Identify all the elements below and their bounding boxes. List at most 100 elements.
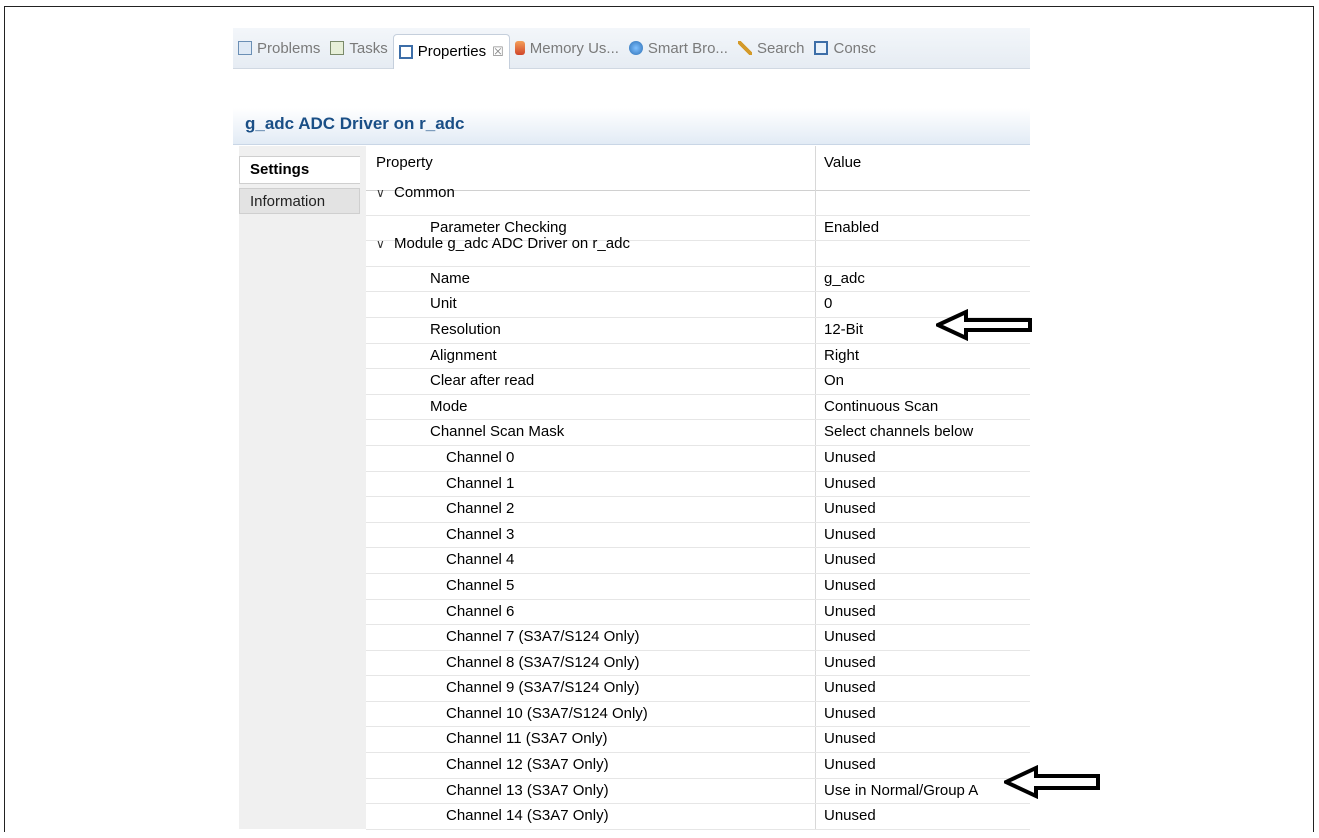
table-row[interactable]: Alignment Right bbox=[366, 344, 1030, 370]
property-cell: Channel 5 bbox=[446, 577, 514, 594]
table-row[interactable]: Unit 0 bbox=[366, 292, 1030, 318]
table-row[interactable]: Channel 4 Unused bbox=[366, 548, 1030, 574]
tab-label: Problems bbox=[257, 39, 321, 57]
property-cell: Channel 8 (S3A7/S124 Only) bbox=[446, 654, 639, 671]
table-row[interactable]: Channel 1 Unused bbox=[366, 472, 1030, 498]
tab-problems[interactable]: Problems bbox=[233, 33, 325, 63]
page-title: g_adc ADC Driver on r_adc bbox=[245, 114, 465, 133]
tab-tasks[interactable]: Tasks bbox=[325, 33, 392, 63]
tab-label: Consc bbox=[833, 39, 877, 57]
properties-icon bbox=[398, 44, 413, 59]
value-cell[interactable]: Select channels below bbox=[824, 423, 973, 440]
table-row[interactable]: Resolution 12-Bit bbox=[366, 318, 1030, 344]
value-cell[interactable]: 0 bbox=[824, 295, 832, 312]
tab-label: Memory Us... bbox=[529, 39, 619, 57]
tab-search[interactable]: Search bbox=[733, 33, 810, 63]
property-label: Channel 13 (S3A7 Only) bbox=[446, 781, 609, 799]
tab-memory-us[interactable]: Memory Us... bbox=[510, 33, 624, 63]
view-tab-bar: Problems Tasks Properties ☒ Memory Us... Smar… bbox=[233, 28, 1030, 69]
value-cell[interactable]: Unused bbox=[824, 449, 876, 466]
property-cell: Channel 14 (S3A7 Only) bbox=[446, 807, 609, 824]
value-cell[interactable]: Enabled bbox=[824, 219, 879, 236]
value-cell[interactable]: Right bbox=[824, 347, 859, 364]
property-cell: Name bbox=[430, 270, 470, 287]
property-cell: Clear after read bbox=[430, 372, 534, 389]
table-row[interactable]: Channel 14 (S3A7 Only) Unused bbox=[366, 804, 1030, 830]
tab-settings[interactable]: Settings bbox=[239, 156, 360, 184]
property-cell: Channel 13 (S3A7 Only) bbox=[446, 782, 609, 799]
value-cell[interactable]: Unused bbox=[824, 705, 876, 722]
tab-smart-bro[interactable]: Smart Bro... bbox=[624, 33, 733, 63]
table-row[interactable]: Name g_adc bbox=[366, 267, 1030, 293]
value-cell[interactable]: Unused bbox=[824, 500, 876, 517]
table-row[interactable]: Channel 12 (S3A7 Only) Unused bbox=[366, 753, 1030, 779]
value-cell[interactable]: Unused bbox=[824, 807, 876, 824]
side-tabs: Settings Information bbox=[239, 146, 366, 829]
value-cell[interactable]: On bbox=[824, 372, 844, 389]
table-row[interactable]: Channel 13 (S3A7 Only) Use in Normal/Grou… bbox=[366, 779, 1030, 805]
property-label: Module g_adc ADC Driver on r_adc bbox=[394, 235, 630, 253]
tab-label: Smart Bro... bbox=[647, 39, 728, 57]
table-row[interactable]: Mode Continuous Scan bbox=[366, 395, 1030, 421]
property-label: Channel 7 (S3A7/S124 Only) bbox=[446, 628, 640, 646]
tab-label: Search bbox=[756, 39, 805, 57]
property-cell: Parameter Checking bbox=[430, 219, 567, 236]
table-row[interactable]: Channel 3 Unused bbox=[366, 523, 1030, 549]
value-cell[interactable]: 12-Bit bbox=[824, 321, 863, 338]
table-body: ∨ Common Parameter Checking Enabled ∨ Module … bbox=[366, 184, 1030, 830]
tree-group-row[interactable]: ∨ Common bbox=[366, 184, 1030, 216]
property-label: Channel 8 (S3A7/S124 Only) bbox=[446, 653, 640, 671]
table-row[interactable]: Channel 5 Unused bbox=[366, 574, 1030, 600]
property-label: Name bbox=[430, 269, 471, 287]
value-cell[interactable]: g_adc bbox=[824, 270, 865, 287]
value-cell[interactable]: Unused bbox=[824, 577, 876, 594]
table-row[interactable]: Channel 9 (S3A7/S124 Only) Unused bbox=[366, 676, 1030, 702]
table-row[interactable]: Channel Scan Mask Select channels below bbox=[366, 420, 1030, 446]
property-cell: Channel Scan Mask bbox=[430, 423, 564, 440]
property-cell: ∨ Common bbox=[376, 184, 455, 201]
property-label: Channel 0 bbox=[446, 448, 515, 466]
value-cell[interactable]: Continuous Scan bbox=[824, 398, 938, 415]
table-row[interactable]: Clear after read On bbox=[366, 369, 1030, 395]
value-cell[interactable]: Unused bbox=[824, 730, 876, 747]
property-label: Channel 12 (S3A7 Only) bbox=[446, 756, 609, 774]
property-label: Channel Scan Mask bbox=[430, 423, 565, 441]
chevron-down-icon[interactable]: ∨ bbox=[376, 237, 388, 251]
table-row[interactable]: Channel 11 (S3A7 Only) Unused bbox=[366, 727, 1030, 754]
property-label: Channel 14 (S3A7 Only) bbox=[446, 807, 609, 825]
table-row[interactable]: Channel 0 Unused bbox=[366, 446, 1030, 472]
value-cell[interactable]: Use in Normal/Group A bbox=[824, 782, 978, 799]
tab-consc[interactable]: Consc bbox=[809, 33, 881, 63]
property-cell: Channel 6 bbox=[446, 603, 514, 620]
property-label: Channel 10 (S3A7/S124 Only) bbox=[446, 704, 648, 722]
close-icon[interactable]: ☒ bbox=[492, 44, 504, 60]
value-cell[interactable]: Unused bbox=[824, 679, 876, 696]
table-row[interactable]: Channel 7 (S3A7/S124 Only) Unused bbox=[366, 625, 1030, 651]
chevron-down-icon[interactable]: ∨ bbox=[376, 186, 388, 200]
table-row[interactable]: Channel 10 (S3A7/S124 Only) Unused bbox=[366, 702, 1030, 728]
value-cell[interactable]: Unused bbox=[824, 551, 876, 568]
property-label: Mode bbox=[430, 397, 468, 415]
value-cell[interactable]: Unused bbox=[824, 756, 876, 773]
property-label: Channel 4 bbox=[446, 551, 515, 569]
property-label: Clear after read bbox=[430, 372, 535, 390]
memory-usage-icon bbox=[514, 41, 525, 55]
value-cell[interactable]: Unused bbox=[824, 628, 876, 645]
tab-information[interactable]: Information bbox=[239, 188, 360, 214]
properties-title-bar: g_adc ADC Driver on r_adc bbox=[233, 108, 1030, 145]
tab-properties[interactable]: Properties ☒ bbox=[392, 33, 510, 69]
table-row[interactable]: Channel 2 Unused bbox=[366, 497, 1030, 523]
property-cell: Channel 7 (S3A7/S124 Only) bbox=[446, 628, 639, 645]
property-cell: Channel 1 bbox=[446, 475, 514, 492]
value-cell[interactable]: Unused bbox=[824, 603, 876, 620]
property-cell: Mode bbox=[430, 398, 468, 415]
value-cell[interactable]: Unused bbox=[824, 526, 876, 543]
value-cell[interactable]: Unused bbox=[824, 475, 876, 492]
property-cell: Alignment bbox=[430, 347, 497, 364]
value-cell[interactable]: Unused bbox=[824, 654, 876, 671]
table-row[interactable]: Channel 8 (S3A7/S124 Only) Unused bbox=[366, 651, 1030, 677]
table-row[interactable]: Channel 6 Unused bbox=[366, 600, 1030, 626]
property-cell: Channel 0 bbox=[446, 449, 514, 466]
property-label: Channel 11 (S3A7 Only) bbox=[446, 730, 608, 748]
tree-group-row[interactable]: ∨ Module g_adc ADC Driver on r_adc bbox=[366, 235, 1030, 267]
